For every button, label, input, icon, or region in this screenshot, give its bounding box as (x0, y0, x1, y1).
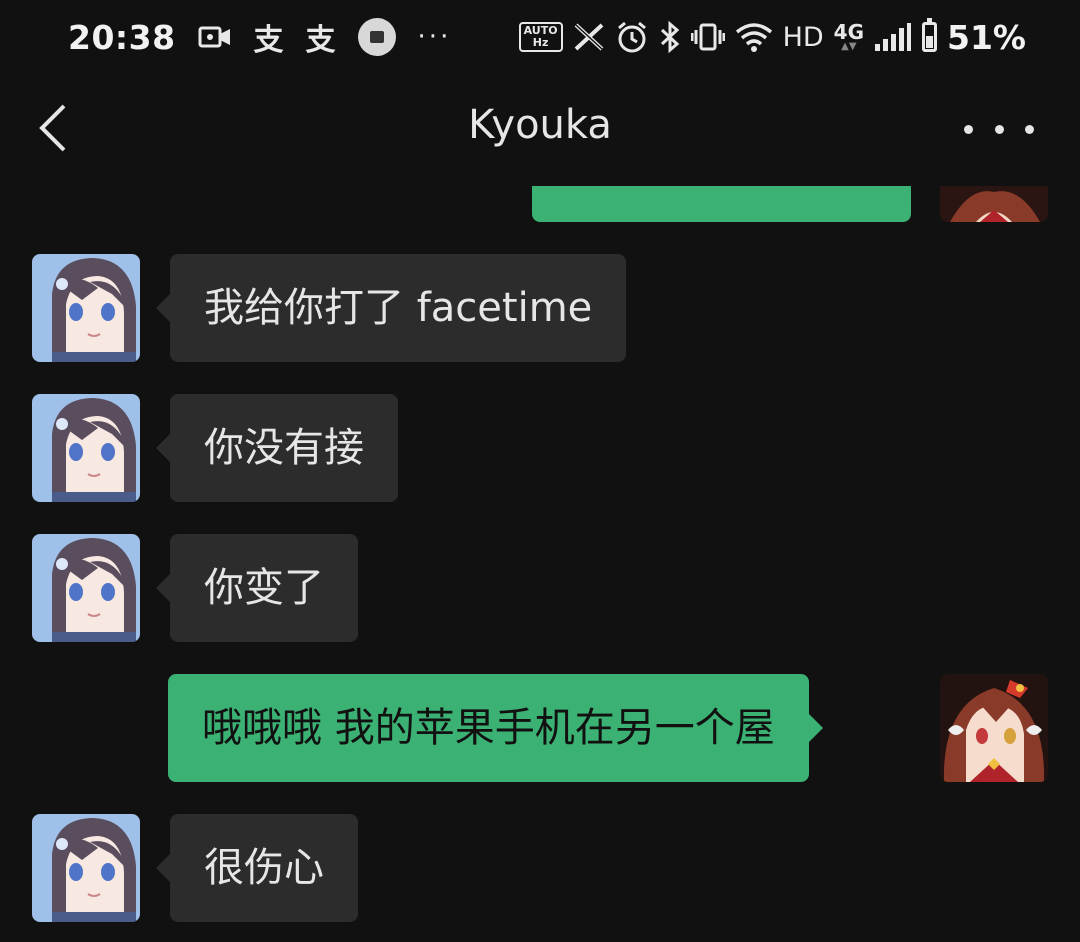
signal-icon (874, 22, 912, 52)
message-bubble[interactable]: 很伤心 (156, 814, 358, 922)
message-incoming: 很伤心 (32, 814, 358, 922)
wifi-icon (735, 21, 773, 53)
avatar-kyouka[interactable] (32, 814, 140, 922)
hd-indicator: HD (782, 21, 824, 53)
message-bubble[interactable]: 哦哦哦 我的苹果手机在另一个屋 (168, 674, 823, 782)
more-dot (994, 124, 1004, 134)
auto-refresh-icon: AUTO Hz (518, 22, 563, 52)
message-bubble[interactable]: 我给你打了 facetime (155, 254, 627, 362)
more-dot (1025, 124, 1034, 134)
avatar-me[interactable] (940, 674, 1048, 782)
alipay-icon: 支 (253, 23, 284, 58)
more-options-button[interactable] (964, 106, 1034, 152)
overflow-dots: ··· (417, 22, 452, 52)
network-type: 4G ▲▼ (834, 22, 864, 52)
x-icon (573, 22, 605, 52)
avatar-kyouka[interactable] (32, 534, 140, 642)
message-outgoing: 哦哦哦 我的苹果手机在另一个屋 (168, 674, 823, 782)
battery-fill (926, 35, 933, 48)
message-incoming: 你没有接 (32, 394, 398, 502)
message-incoming: 我给你打了 facetime (32, 254, 627, 362)
message-incoming: 你变了 (32, 534, 358, 642)
chat-header: Kyouka (0, 76, 1080, 186)
alipay-icon: 支 (305, 23, 336, 58)
battery-icon (922, 18, 937, 52)
more-dots-icon (964, 124, 973, 134)
bluetooth-icon (659, 21, 681, 53)
message-outgoing-partial (532, 186, 911, 222)
status-time: 20:38 (68, 17, 176, 57)
alarm-icon (615, 20, 649, 54)
avatar-kyouka[interactable] (32, 394, 140, 502)
status-bar-right: AUTO Hz HD 4G ▲▼ 51% (518, 14, 1026, 60)
video-record-icon (198, 25, 232, 49)
message-bubble[interactable]: 你变了 (156, 534, 358, 642)
battery-percent: 51% (947, 17, 1026, 57)
network-type-label: 4G (833, 20, 864, 44)
avatar-kyouka[interactable] (32, 254, 140, 362)
status-bar-left: 20:38 支 支 ··· (68, 14, 451, 60)
status-bar: 20:38 支 支 ··· AUTO Hz HD 4G ▲▼ 51% (0, 0, 1080, 76)
chat-title: Kyouka (468, 102, 612, 148)
bag-notification-icon (357, 18, 396, 56)
message-bubble[interactable]: 你没有接 (156, 394, 398, 502)
refresh-badge-bottom: Hz (532, 36, 549, 49)
vibrate-icon (690, 22, 725, 52)
avatar-me[interactable] (940, 186, 1048, 222)
message-bubble-partial[interactable] (532, 186, 911, 222)
data-arrows-icon: ▲▼ (841, 41, 857, 52)
